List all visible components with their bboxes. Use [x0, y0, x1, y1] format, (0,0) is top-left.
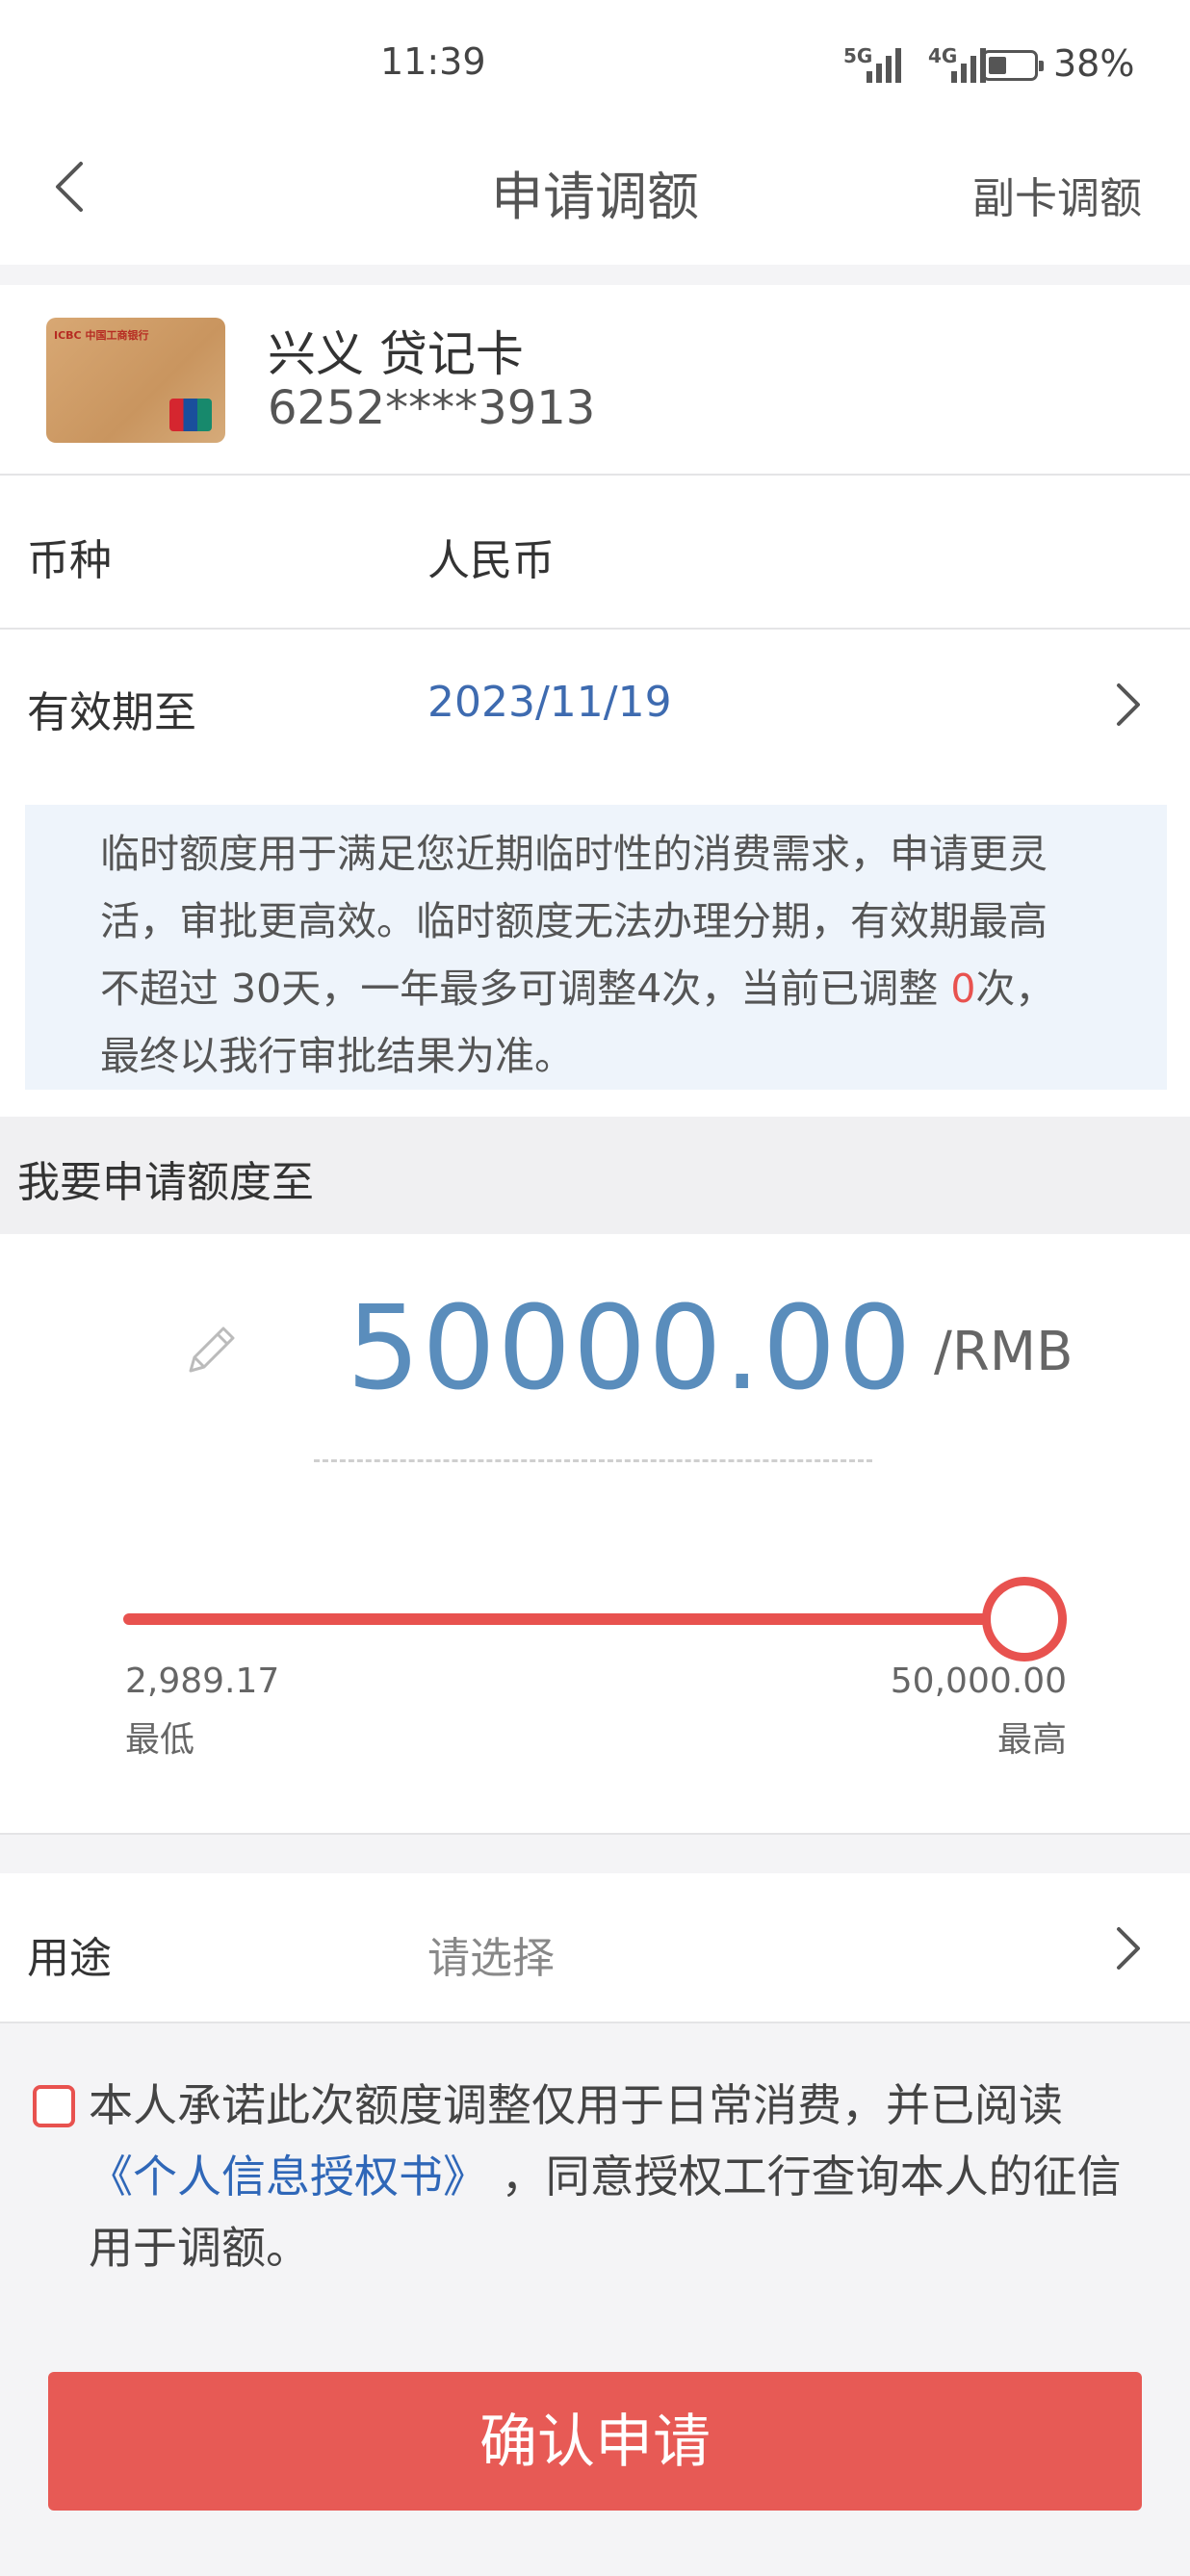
battery-percent: 38%	[1053, 42, 1135, 85]
amount-unit: /RMB	[934, 1321, 1074, 1383]
signal-icon	[951, 46, 986, 83]
chevron-right-icon[interactable]	[1109, 678, 1148, 732]
slider-max-value: 50,000.00	[890, 1662, 1067, 1701]
card-number: 6252****3913	[268, 381, 596, 435]
amount-section-title: 我要申请额度至	[17, 1158, 314, 1207]
validity-label: 有效期至	[27, 688, 196, 737]
edit-pencil-icon[interactable]	[179, 1315, 246, 1382]
validity-value: 2023/11/19	[427, 678, 672, 727]
slider-min-label: 最低	[125, 1720, 195, 1760]
status-time: 11:39	[380, 40, 486, 83]
agreement-text: 本人承诺此次额度调整仅用于日常消费，并已阅读 《个人信息授权书》 ，同意授权工行…	[89, 2079, 1122, 2274]
chevron-right-icon[interactable]	[1109, 1921, 1148, 1975]
purpose-select[interactable]: 请选择	[427, 1923, 555, 1985]
currency-label: 币种	[27, 536, 112, 585]
currency-row	[0, 476, 1190, 630]
supplementary-card-adjust-link[interactable]: 副卡调额	[972, 164, 1142, 225]
credit-card-image: ICBC 中国工商银行	[46, 318, 225, 443]
slider-max-label: 最高	[996, 1720, 1067, 1760]
adjust-count: 0	[950, 966, 976, 1012]
confirm-apply-button[interactable]: 确认申请	[48, 2372, 1142, 2511]
purpose-label: 用途	[27, 1934, 112, 1983]
purpose-row[interactable]	[0, 1873, 1190, 2023]
amount-value[interactable]: 50000.00	[347, 1282, 914, 1416]
signal-icon	[867, 46, 901, 83]
slider-min-value: 2,989.17	[125, 1662, 280, 1701]
card-name: 兴义 贷记卡	[268, 326, 524, 382]
agreement-checkbox[interactable]	[33, 2085, 75, 2127]
notice-text: 临时额度用于满足您近期临时性的消费需求，申请更灵活，审批更高效。临时额度无法办理…	[100, 831, 1055, 1079]
amount-slider-track[interactable]	[123, 1613, 1022, 1625]
card-logo: ICBC 中国工商银行	[54, 329, 149, 342]
authorization-link[interactable]: 《个人信息授权书》	[89, 2151, 487, 2202]
amount-underline	[314, 1459, 872, 1462]
currency-value: 人民币	[427, 536, 555, 585]
amount-slider-handle[interactable]	[982, 1577, 1067, 1662]
battery-icon	[982, 50, 1044, 81]
unionpay-icon	[169, 399, 212, 431]
